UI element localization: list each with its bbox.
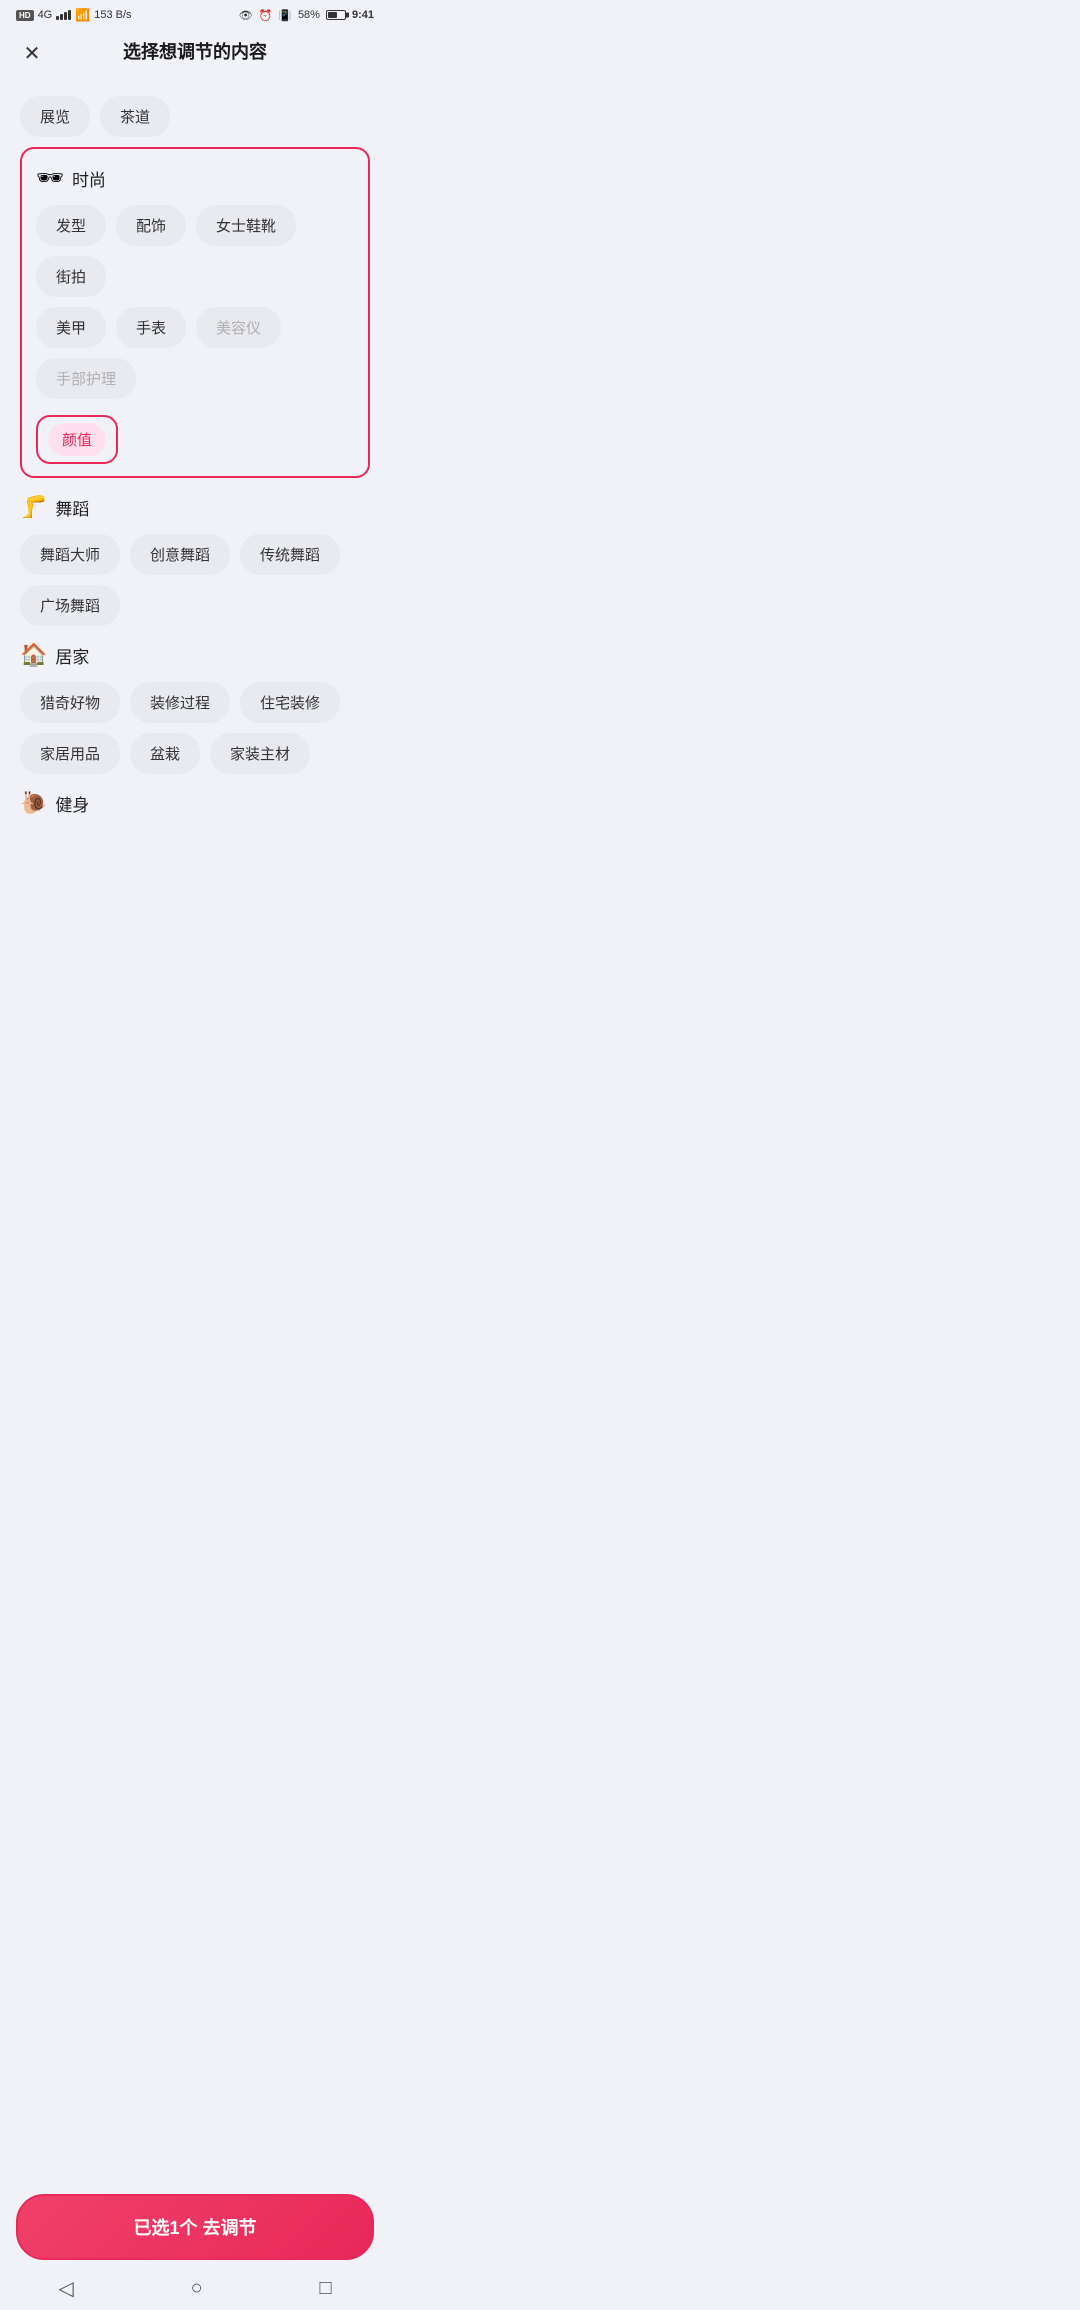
jianshen-section: 🐌 健身 [20,790,370,816]
tag-wudaodashi[interactable]: 舞蹈大师 [20,534,120,575]
status-right: 👁 ⏰ 📳 58% 9:41 [239,9,374,22]
tag-zhuzhaizhuangxiu[interactable]: 住宅装修 [240,682,340,723]
network-speed: 153 B/s [94,9,131,21]
shishang-row1: 发型 配饰 女士鞋靴 街拍 [36,205,354,297]
tag-peishi[interactable]: 配饰 [116,205,186,246]
hd-badge: HD [16,10,34,21]
wudao-header: 🦵 舞蹈 [20,494,370,520]
jujia-row1: 猎奇好物 装修过程 住宅装修 [20,682,370,723]
tag-meirongy[interactable]: 美容仪 [196,307,281,348]
time: 9:41 [352,9,374,21]
tag-chuantongwudao[interactable]: 传统舞蹈 [240,534,340,575]
wudao-label: 舞蹈 [55,495,89,520]
eye-icon: 👁 [239,9,253,22]
tag-zhuangxiuguocheng[interactable]: 装修过程 [130,682,230,723]
home-button[interactable]: ○ [171,2273,223,2304]
tag-shoubulili[interactable]: 手部护理 [36,358,136,399]
shishang-header: 🕶 时尚 [36,165,354,191]
status-bar: HD 4G 📶 153 B/s 👁 ⏰ 📳 58% 9:41 [0,0,390,26]
content-area: 展览 茶道 🕶 时尚 发型 配饰 女士鞋靴 街拍 美甲 手表 美容仪 手部护理 … [0,80,390,930]
jujia-header: 🏠 居家 [20,642,370,668]
status-left: HD 4G 📶 153 B/s [16,8,132,22]
tag-shoubiao[interactable]: 手表 [116,307,186,348]
yanzhi-subsection: 颜值 [36,415,118,464]
jujia-label: 居家 [55,643,89,668]
wudao-section: 🦵 舞蹈 舞蹈大师 创意舞蹈 传统舞蹈 广场舞蹈 [20,494,370,626]
tag-jiazhuangzhucai[interactable]: 家装主材 [210,733,310,774]
tag-chuangyiwudao[interactable]: 创意舞蹈 [130,534,230,575]
tag-yanzhi[interactable]: 颜值 [48,423,106,456]
recent-button[interactable]: □ [299,2273,351,2304]
nav-bar: ◁ ○ □ [0,2266,390,2310]
jianshen-icon: 🐌 [20,790,47,816]
close-button[interactable]: ✕ [16,37,48,69]
signal-icon [56,10,71,20]
shishang-row2: 美甲 手表 美容仪 手部护理 [36,307,354,399]
battery-percent: 58% [298,9,320,21]
tag-penzai[interactable]: 盆栽 [130,733,200,774]
jujia-row2: 家居用品 盆栽 家装主材 [20,733,370,774]
tag-chadao[interactable]: 茶道 [100,96,170,137]
signal-4g: 4G [38,9,53,21]
action-button[interactable]: 已选1个 去调节 [16,2194,374,2260]
jianshen-header: 🐌 健身 [20,790,370,816]
shishang-section: 🕶 时尚 发型 配饰 女士鞋靴 街拍 美甲 手表 美容仪 手部护理 颜值 [20,147,370,478]
wudao-row1: 舞蹈大师 创意舞蹈 传统舞蹈 [20,534,370,575]
battery-icon [326,10,346,20]
tag-nvshouxie[interactable]: 女士鞋靴 [196,205,296,246]
vibrate-icon: 📳 [278,9,292,22]
page-title: 选择想调节的内容 [123,38,267,64]
back-button[interactable]: ◁ [38,2272,93,2305]
tag-meijia[interactable]: 美甲 [36,307,106,348]
shishang-label: 时尚 [72,166,106,191]
header: ✕ 选择想调节的内容 [0,26,390,80]
tag-jiepai[interactable]: 街拍 [36,256,106,297]
jianshen-label: 健身 [55,791,89,816]
jujia-icon: 🏠 [20,642,47,668]
jujia-section: 🏠 居家 猎奇好物 装修过程 住宅装修 家居用品 盆栽 家装主材 [20,642,370,774]
tag-faxing[interactable]: 发型 [36,205,106,246]
wudao-row2: 广场舞蹈 [20,585,370,626]
wifi-icon: 📶 [75,8,90,22]
alarm-icon: ⏰ [259,9,273,22]
wudao-icon: 🦵 [20,494,47,520]
tag-jiajuyongpin[interactable]: 家居用品 [20,733,120,774]
tag-zhanlan[interactable]: 展览 [20,96,90,137]
shishang-icon: 🕶 [36,165,64,191]
free-tags-row: 展览 茶道 [20,96,370,137]
tag-lieqihaowu[interactable]: 猎奇好物 [20,682,120,723]
tag-guangchangwudao[interactable]: 广场舞蹈 [20,585,120,626]
